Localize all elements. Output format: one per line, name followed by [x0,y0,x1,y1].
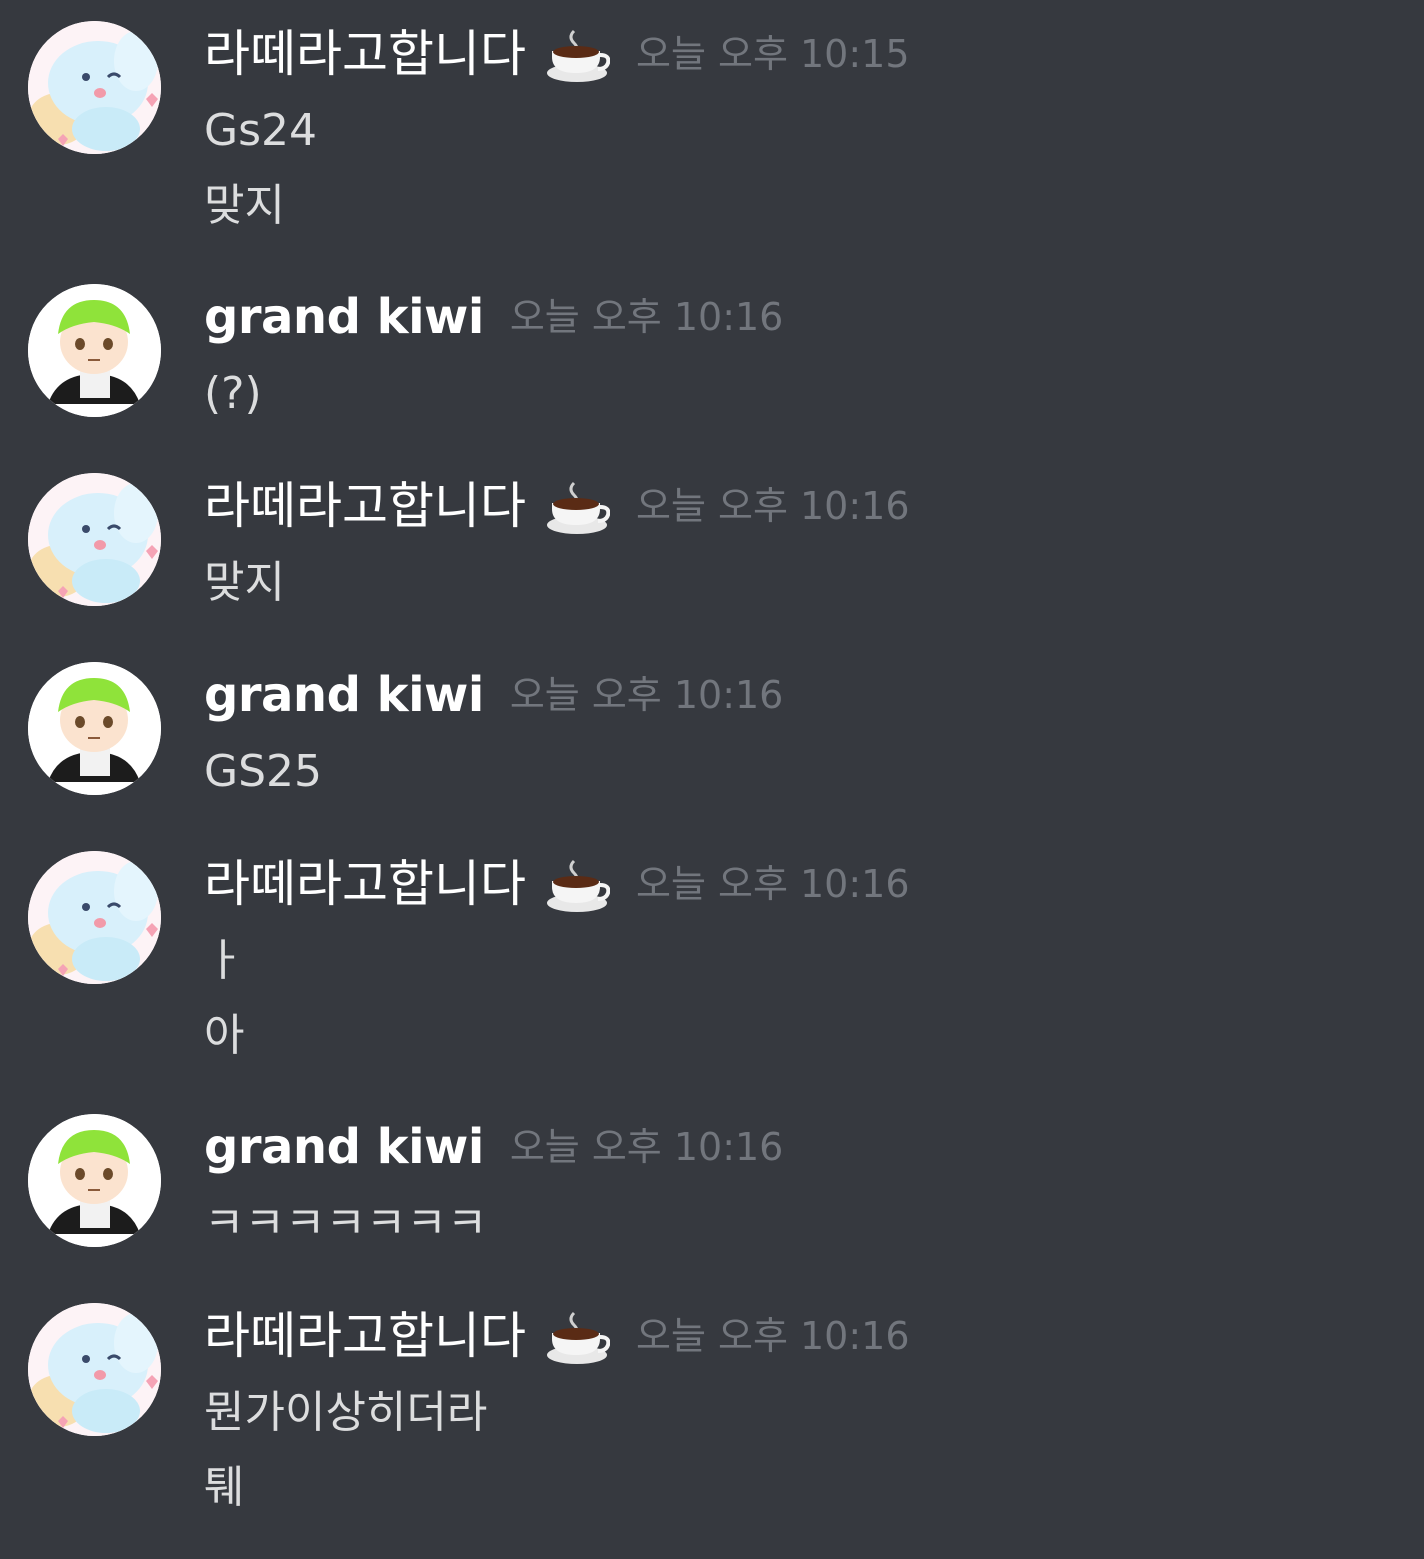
username[interactable]: 라떼라고합니다 [204,1303,526,1369]
green-hair-boy-avatar-icon [28,1114,161,1247]
message-header: grand kiwi 오늘 오후 10:16 [204,1114,783,1180]
message-text: ㅏ [204,935,245,986]
timestamp: 오늘 오후 10:16 [509,1125,784,1169]
bunny-avatar-icon [28,1303,161,1436]
bunny-avatar-icon [28,21,161,154]
message-header: grand kiwi 오늘 오후 10:16 [204,662,783,728]
avatar-kiwi[interactable] [28,662,161,795]
avatar-kiwi[interactable] [28,1114,161,1247]
timestamp: 오늘 오후 10:15 [636,32,910,76]
bunny-avatar-icon [28,851,161,984]
message-header: 라떼라고합니다 오늘 오후 10:15 [204,21,910,87]
username[interactable]: 라떼라고합니다 [204,21,526,87]
green-hair-boy-avatar-icon [28,284,161,417]
username[interactable]: 라떼라고합니다 [204,473,526,539]
timestamp: 오늘 오후 10:16 [509,295,784,339]
avatar-latte[interactable] [28,473,161,606]
timestamp: 오늘 오후 10:16 [509,673,784,717]
coffee-cup-icon [544,473,610,539]
timestamp: 오늘 오후 10:16 [636,862,910,906]
username[interactable]: grand kiwi [204,1114,484,1180]
message-text: 맞지 [204,180,285,231]
green-hair-boy-avatar-icon [28,662,161,795]
message-text: Gs24 [204,105,318,156]
coffee-cup-icon [544,851,610,917]
bunny-avatar-icon [28,473,161,606]
message-header: 라떼라고합니다 오늘 오후 10:16 [204,473,910,539]
message-header: 라떼라고합니다 오늘 오후 10:16 [204,851,910,917]
avatar-kiwi[interactable] [28,284,161,417]
message-text: 맞지 [204,557,285,608]
timestamp: 오늘 오후 10:16 [636,484,910,528]
message-header: 라떼라고합니다 오늘 오후 10:16 [204,1303,910,1369]
message-text: 퉤 [204,1462,245,1513]
message-text: 뭔가이상히더라 [204,1387,488,1438]
username[interactable]: grand kiwi [204,662,484,728]
coffee-cup-icon [544,21,610,87]
username[interactable]: 라떼라고합니다 [204,851,526,917]
timestamp: 오늘 오후 10:16 [636,1314,910,1358]
message-text: (?) [204,368,262,419]
avatar-latte[interactable] [28,21,161,154]
message-text: ㅋㅋㅋㅋㅋㅋㅋ [204,1198,488,1249]
coffee-cup-icon [544,1303,610,1369]
message-text: 아 [204,1010,245,1061]
avatar-latte[interactable] [28,1303,161,1436]
username[interactable]: grand kiwi [204,284,484,350]
message-header: grand kiwi 오늘 오후 10:16 [204,284,783,350]
avatar-latte[interactable] [28,851,161,984]
message-text: GS25 [204,746,323,797]
